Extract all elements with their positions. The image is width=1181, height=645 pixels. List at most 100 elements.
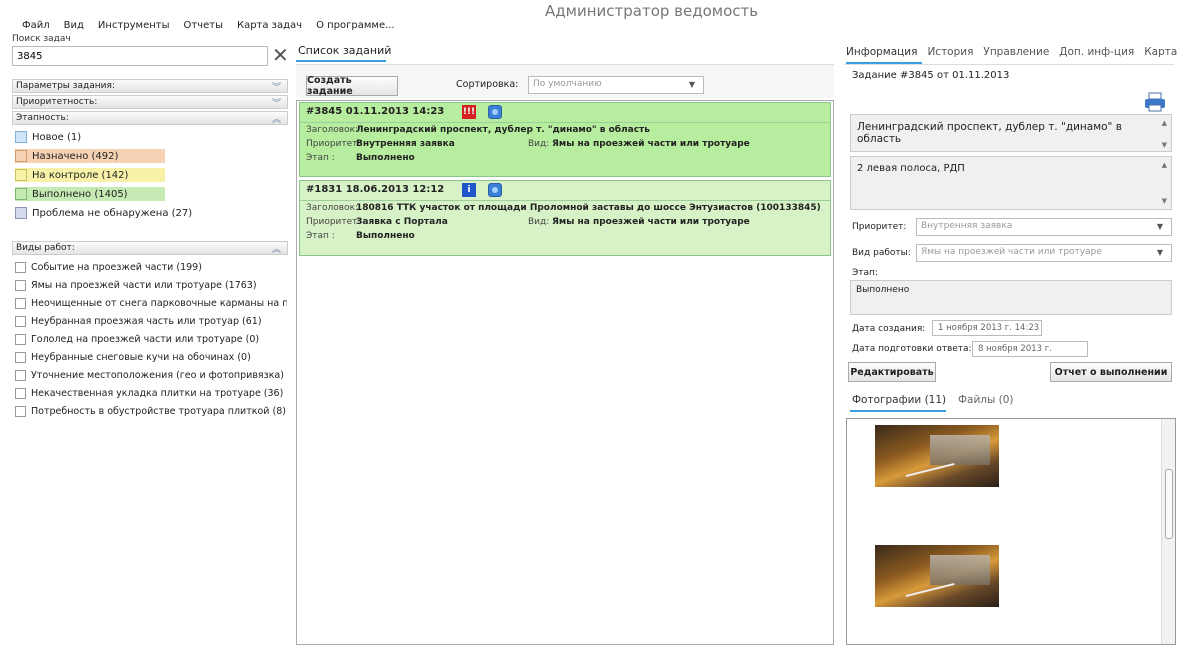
task-details-header: Задание #3845 от 01.11.2013 (852, 70, 1010, 81)
print-icon[interactable] (1144, 92, 1166, 112)
checkbox[interactable] (15, 316, 26, 327)
answer-date-picker[interactable]: 8 ноября 2013 г. (972, 341, 1088, 357)
section-work-types[interactable]: Виды работ: ︽ (12, 241, 288, 255)
status-filter-new[interactable]: Новое (1) (15, 130, 85, 144)
section-stage-label: Этапность: (16, 113, 69, 123)
menu-bar: Администратор ведомость Файл Вид Инструм… (0, 0, 1181, 34)
work-type-item[interactable]: Событие на проезжей части (199) (15, 262, 287, 273)
work-type-item[interactable]: Неочищенные от снега парковочные карманы… (15, 298, 287, 309)
work-type-item[interactable]: Неубранные снеговые кучи на обочинах (0) (15, 352, 287, 363)
task-type: Ямы на проезжей части или тротуаре (552, 217, 750, 227)
stage-field[interactable]: Выполнено (850, 280, 1172, 315)
task-title-text: Ленинградский проспект, дублер т. "динам… (857, 121, 1122, 145)
status-label: Выполнено (1405) (32, 188, 128, 200)
scroll-down-icon[interactable]: ▼ (1162, 141, 1167, 149)
work-type-label: Некачественная укладка плитки на тротуар… (31, 388, 284, 399)
task-comment-field[interactable]: 2 левая полоса, РДП ▲ ▼ (850, 156, 1172, 210)
task-title-field[interactable]: Ленинградский проспект, дублер т. "динам… (850, 114, 1172, 152)
work-type-item[interactable]: Гололед на проезжей части или тротуаре (… (15, 334, 287, 345)
menu-reports[interactable]: Отчеты (183, 20, 222, 31)
checkbox[interactable] (15, 298, 26, 309)
status-color-swatch (15, 131, 27, 143)
section-priority[interactable]: Приоритетность: ︾ (12, 95, 288, 109)
work-type-label: Неубранная проезжая часть или тротуар (6… (31, 316, 262, 327)
menu-tools[interactable]: Инструменты (98, 20, 170, 31)
stage-value: Выполнено (856, 285, 910, 295)
task-list-title[interactable]: Список заданий (298, 44, 391, 57)
chevron-up-icon: ︽ (271, 115, 281, 125)
gallery-scrollbar[interactable] (1161, 419, 1175, 644)
status-filter-done[interactable]: Выполнено (1405) (15, 187, 165, 201)
status-label: Назначено (492) (32, 150, 119, 162)
tab-map[interactable]: Карта (1144, 46, 1177, 58)
tab-management[interactable]: Управление (983, 46, 1049, 58)
priority-label: Приоритет: (852, 222, 907, 232)
work-type-select-value: Ямы на проезжей части или тротуаре (921, 247, 1102, 257)
type-key: Вид: (528, 217, 550, 227)
tab-photos[interactable]: Фотографии (11) (852, 394, 946, 406)
menu-file[interactable]: Файл (22, 20, 50, 31)
answer-date-value: 8 ноября 2013 г. (978, 344, 1052, 354)
task-card-selected[interactable]: #3845 01.11.2013 14:23 !!! Заголовок: Лен… (299, 102, 831, 177)
tab-extra-info[interactable]: Доп. инф-ция (1059, 46, 1134, 58)
checkbox[interactable] (15, 352, 26, 363)
tab-info[interactable]: Информация (846, 46, 917, 58)
status-filter-control[interactable]: На контроле (142) (15, 168, 165, 182)
work-type-item[interactable]: Некачественная укладка плитки на тротуар… (15, 388, 287, 399)
create-task-button[interactable]: Создать задание (306, 75, 398, 97)
checkbox[interactable] (15, 370, 26, 381)
photo-thumbnail[interactable] (875, 425, 999, 487)
menu-about[interactable]: О программе... (316, 20, 395, 31)
scroll-up-icon[interactable]: ▲ (1162, 161, 1167, 169)
section-task-params[interactable]: Параметры задания: ︾ (12, 79, 288, 93)
stage-key: Этап : (306, 231, 335, 241)
work-type-label: Вид работы: (852, 248, 911, 258)
task-stage: Выполнено (356, 231, 415, 241)
filter-panel: Поиск задач ✕ Параметры задания: ︾ Приор… (12, 34, 289, 645)
work-type-item[interactable]: Ямы на проезжей части или тротуаре (1763… (15, 280, 287, 291)
created-date-value: 1 ноября 2013 г. 14:23 (938, 323, 1040, 333)
checkbox[interactable] (15, 262, 26, 273)
work-type-item[interactable]: Неубранная проезжая часть или тротуар (6… (15, 316, 287, 327)
title-key: Заголовок: (306, 125, 359, 135)
work-type-label: Уточнение местоположения (гео и фотоприв… (31, 370, 287, 381)
work-type-item[interactable]: Уточнение местоположения (гео и фотоприв… (15, 370, 287, 381)
section-stage[interactable]: Этапность: ︽ (12, 111, 288, 125)
status-label: Проблема не обнаружена (27) (32, 207, 193, 219)
status-filter-no-problem[interactable]: Проблема не обнаружена (27) (15, 206, 196, 220)
work-type-label: Неочищенные от снега парковочные карманы… (31, 298, 287, 309)
checkbox[interactable] (15, 388, 26, 399)
search-input[interactable] (12, 46, 268, 66)
stage-key: Этап : (306, 153, 335, 163)
section-task-params-label: Параметры задания: (16, 81, 115, 91)
photo-thumbnail[interactable] (875, 545, 999, 607)
created-date-picker[interactable]: 1 ноября 2013 г. 14:23 (932, 320, 1042, 336)
edit-button[interactable]: Редактировать (848, 362, 936, 382)
checkbox[interactable] (15, 406, 26, 417)
type-key: Вид: (528, 139, 550, 149)
details-tabs: Информация История Управление Доп. инф-ц… (846, 46, 1177, 58)
sort-select[interactable]: По умолчанию ▼ (528, 76, 704, 94)
scroll-up-icon[interactable]: ▲ (1162, 119, 1167, 127)
menu-task-map[interactable]: Карта задач (237, 20, 302, 31)
chevron-up-icon: ︽ (271, 245, 281, 255)
status-filter-assigned[interactable]: Назначено (492) (15, 149, 165, 163)
scrollbar-thumb[interactable] (1165, 469, 1173, 539)
task-header: #1831 18.06.2013 12:12 i (300, 181, 830, 201)
task-body: Заголовок: Ленинградский проспект, дублер… (300, 123, 830, 169)
status-color-swatch (15, 169, 27, 181)
checkbox[interactable] (15, 334, 26, 345)
priority-select[interactable]: Внутренняя заявка ▼ (916, 218, 1172, 236)
tab-files[interactable]: Файлы (0) (958, 394, 1014, 406)
clear-search-icon[interactable]: ✕ (272, 45, 289, 65)
completion-report-button[interactable]: Отчет о выполнении (1050, 362, 1172, 382)
work-type-item[interactable]: Потребность в обустройстве тротуара плит… (15, 406, 287, 417)
menu-view[interactable]: Вид (64, 20, 84, 31)
task-card[interactable]: #1831 18.06.2013 12:12 i Заголовок: 18081… (299, 180, 831, 256)
work-type-select[interactable]: Ямы на проезжей части или тротуаре ▼ (916, 244, 1172, 262)
tab-history[interactable]: История (927, 46, 973, 58)
work-type-label: Гололед на проезжей части или тротуаре (… (31, 334, 260, 345)
scroll-down-icon[interactable]: ▼ (1162, 197, 1167, 205)
sort-label: Сортировка: (456, 79, 519, 90)
checkbox[interactable] (15, 280, 26, 291)
